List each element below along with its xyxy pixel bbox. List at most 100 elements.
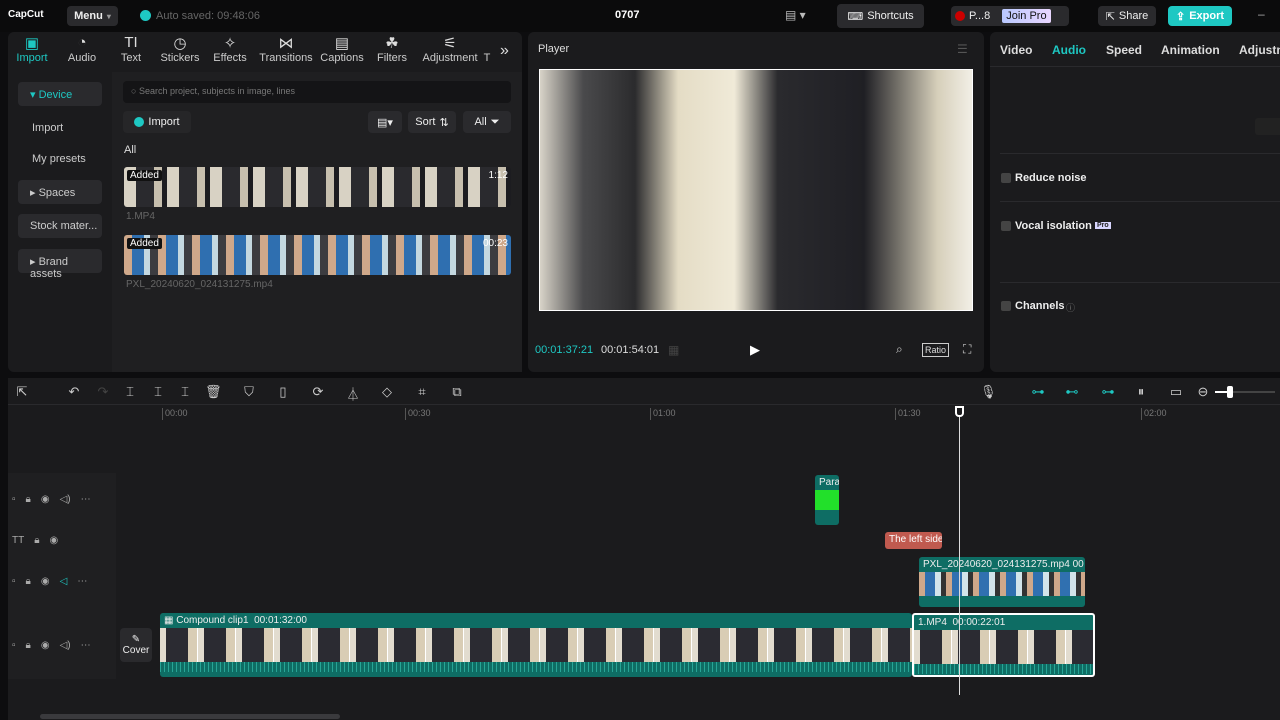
muted-speaker-icon[interactable]: ◁ xyxy=(60,576,68,587)
thumbnail-icon[interactable]: ▭ xyxy=(1168,384,1184,400)
sidebar-item-spaces[interactable]: ▸ Spaces xyxy=(18,180,102,204)
more-icon[interactable]: ⋯ xyxy=(81,494,91,505)
player-menu-icon[interactable]: ☰ xyxy=(957,42,968,56)
more-icon[interactable]: ⋯ xyxy=(81,640,91,651)
marker-icon[interactable]: ⛉ xyxy=(241,384,257,400)
shortcuts-button[interactable]: ⌨ Shortcuts xyxy=(837,4,924,28)
check-icon xyxy=(140,10,151,21)
help-icon[interactable]: ⓘ xyxy=(1066,301,1075,314)
timeline-grid-icon[interactable]: ▦ xyxy=(668,343,679,357)
lock-icon[interactable]: 🔒︎ xyxy=(26,494,31,505)
sort-button[interactable]: Sort ⇅ xyxy=(408,111,456,133)
reverse-icon[interactable]: ⟳ xyxy=(310,384,326,400)
tab-audio[interactable]: ◔ Audio xyxy=(54,34,110,64)
fullscreen-icon[interactable]: ⛶ xyxy=(963,342,971,357)
lock-icon[interactable]: 🔒︎ xyxy=(26,576,31,587)
zoom-out-icon[interactable]: ⊖ xyxy=(1195,384,1211,400)
tab-video[interactable]: Video xyxy=(1000,43,1032,57)
zoom-fit-icon[interactable]: ⌕ xyxy=(896,342,903,357)
lock-icon[interactable]: 🔒︎ xyxy=(34,535,39,546)
import-button[interactable]: Import xyxy=(123,111,191,133)
layout-icon[interactable]: ▤ ▾ xyxy=(785,8,806,22)
playhead[interactable] xyxy=(959,410,960,695)
microphone-icon[interactable]: 🎙 xyxy=(980,384,997,400)
minimize-button[interactable]: – xyxy=(1258,7,1265,21)
sidebar-item-import[interactable]: Import xyxy=(18,116,102,140)
lock-icon[interactable]: 🔒︎ xyxy=(26,640,31,651)
share-button[interactable]: ⇱ Share xyxy=(1098,6,1156,26)
compound-clip[interactable]: ▦ Compound clip1 00:01:32:00 xyxy=(160,613,912,677)
main-track-magnet-icon[interactable]: ⊶ xyxy=(1028,384,1048,400)
delete-icon[interactable]: 🗑 xyxy=(205,384,222,400)
horizontal-scrollbar[interactable] xyxy=(40,714,340,719)
sticker-icon: ◷ xyxy=(173,35,187,52)
eye-icon[interactable]: ◉ xyxy=(41,640,50,651)
sidebar-item-stock[interactable]: Stock mater... xyxy=(18,214,102,238)
cover-button[interactable]: ✎ Cover xyxy=(120,628,152,662)
zoom-slider-handle[interactable] xyxy=(1227,386,1233,398)
tab-stickers[interactable]: ◷ Stickers xyxy=(152,34,208,64)
tab-text[interactable]: TI Text xyxy=(103,34,159,64)
speaker-icon[interactable]: ◁) xyxy=(60,494,71,505)
tab-transitions[interactable]: ⋈ Transitions xyxy=(258,34,314,64)
more-icon[interactable]: ⋯ xyxy=(77,576,87,587)
tab-filters[interactable]: ☘ Filters xyxy=(364,34,420,64)
ratio-button[interactable]: Ratio xyxy=(922,343,950,357)
sidebar-item-my-presets[interactable]: My presets xyxy=(18,147,102,171)
redo-icon[interactable]: ↷ xyxy=(95,384,111,400)
tab-import[interactable]: ▣ Import xyxy=(4,34,60,64)
join-pro-button[interactable]: Join Pro xyxy=(1002,9,1051,23)
filter-button[interactable]: All ⏷ xyxy=(463,111,511,133)
auto-snap-icon[interactable]: ⊷ xyxy=(1062,384,1082,400)
split-icon[interactable]: ⌶ xyxy=(122,384,138,400)
export-button[interactable]: ⇪ Export xyxy=(1168,6,1232,26)
zoom-slider[interactable] xyxy=(1215,386,1275,398)
playhead-handle[interactable] xyxy=(955,406,964,417)
tab-adjustment-inspector[interactable]: Adjustm xyxy=(1239,43,1280,57)
tab-speed[interactable]: Speed xyxy=(1106,43,1142,57)
mirror-icon[interactable]: ⏃ xyxy=(345,384,361,403)
sidebar-item-brand-assets[interactable]: ▸ Brand assets xyxy=(18,249,102,280)
video-preview[interactable] xyxy=(539,69,973,311)
split-left-icon[interactable]: ⌶ xyxy=(150,384,166,400)
eye-icon[interactable]: ◉ xyxy=(41,576,50,587)
eye-icon[interactable]: ◉ xyxy=(41,494,50,505)
menu-button[interactable]: Menu ▾ xyxy=(67,6,118,26)
tab-label: Transitions xyxy=(259,52,313,64)
pip-video-clip[interactable]: PXL_20240620_024131275.mp4 00 xyxy=(919,557,1085,607)
freeze-icon[interactable]: ▯ xyxy=(275,384,291,400)
more-tabs-icon[interactable]: » xyxy=(500,42,509,60)
media-item-thumbnail[interactable]: Added 1:12 xyxy=(124,167,511,207)
play-button[interactable]: ▶ xyxy=(750,342,760,358)
ruler-tick: 00:00 xyxy=(162,408,188,420)
channels-checkbox[interactable] xyxy=(1001,301,1011,311)
undo-icon[interactable]: ↶ xyxy=(66,384,82,400)
tab-effects[interactable]: ✧ Effects xyxy=(202,34,258,64)
split-right-icon[interactable]: ⌶ xyxy=(177,384,193,400)
rotate-icon[interactable]: ◇ xyxy=(379,384,395,400)
apply-button[interactable] xyxy=(1255,118,1280,135)
select-tool-icon[interactable]: ⇱ xyxy=(14,384,30,400)
reduce-noise-checkbox[interactable] xyxy=(1001,173,1011,183)
tab-animation[interactable]: Animation xyxy=(1161,43,1220,57)
profile-button[interactable]: P...8 Join Pro xyxy=(951,6,1069,26)
main-video-clip-selected[interactable]: 1.MP4 00:00:22:01 xyxy=(912,613,1095,677)
tab-captions[interactable]: ▤ Captions xyxy=(314,34,370,64)
auto-reframe-icon[interactable]: ⧉ xyxy=(449,384,465,400)
tab-audio-inspector[interactable]: Audio xyxy=(1052,43,1086,57)
media-item-thumbnail[interactable]: Added 00:23 xyxy=(124,235,511,275)
linkage-icon[interactable]: ⊶ xyxy=(1098,384,1118,400)
crop-icon[interactable]: ⌗ xyxy=(414,384,430,400)
tab-more-partial[interactable]: T xyxy=(480,34,494,64)
eye-icon[interactable]: ◉ xyxy=(50,535,59,546)
text-icon: TI xyxy=(124,34,138,51)
view-toggle[interactable]: ▤▾ xyxy=(368,111,402,133)
sticker-clip[interactable]: Para xyxy=(815,475,839,525)
speaker-icon[interactable]: ◁) xyxy=(60,640,71,651)
sidebar-item-device[interactable]: ▾ Device xyxy=(18,82,102,106)
preview-axis-icon[interactable]: ⏸ xyxy=(1133,384,1149,400)
vocal-isolation-checkbox[interactable] xyxy=(1001,221,1011,231)
tab-adjustment[interactable]: ⚟ Adjustment xyxy=(420,34,480,64)
text-clip[interactable]: The left side xyxy=(885,532,942,549)
search-input[interactable]: ○ Search project, subjects in image, lin… xyxy=(123,81,511,103)
